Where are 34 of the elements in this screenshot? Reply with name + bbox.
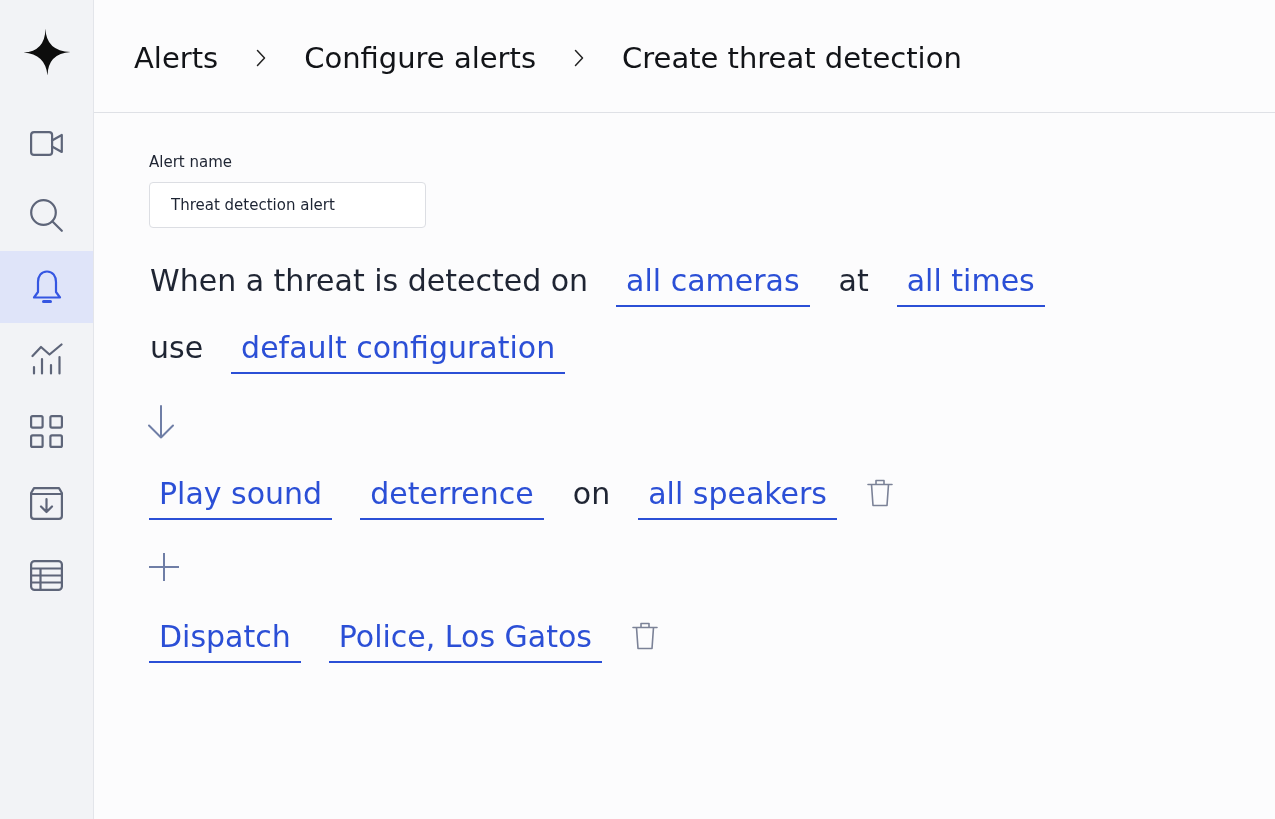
sidebar-item[interactable] — [0, 251, 93, 323]
page-title: Create threat detection — [622, 41, 962, 75]
trash-icon — [631, 622, 658, 650]
option-link[interactable]: Play sound — [149, 475, 333, 520]
rule-text: When a threat is detected on — [149, 262, 589, 300]
breadcrumb-link[interactable]: Alerts — [134, 41, 219, 75]
rule-text: at — [837, 262, 869, 300]
alert-name-input[interactable]: Threat detection alert — [149, 182, 426, 228]
option-link[interactable]: all times — [896, 262, 1045, 307]
option-link[interactable]: all cameras — [616, 262, 810, 307]
grid-icon — [30, 414, 63, 448]
option-link[interactable]: default configuration — [231, 329, 566, 374]
chevron-right-icon — [574, 49, 584, 67]
option-link[interactable]: deterrence — [360, 475, 544, 520]
trash-icon — [867, 479, 893, 507]
video-camera-icon — [30, 130, 63, 156]
arrow-down-icon — [147, 405, 175, 439]
archive-box-icon — [30, 486, 63, 520]
field-label: Alert name — [149, 152, 232, 172]
breadcrumb-link[interactable]: Configure alerts — [304, 41, 536, 75]
add-action-button[interactable] — [149, 553, 179, 581]
rule-text: use — [149, 329, 204, 367]
line-chart-icon — [30, 343, 63, 375]
chevron-right-icon — [256, 49, 267, 67]
rule-text: on — [571, 475, 611, 513]
table-icon — [30, 559, 63, 591]
delete-button[interactable] — [867, 479, 893, 507]
option-link[interactable]: all speakers — [638, 475, 837, 520]
plus-icon — [149, 553, 179, 581]
search-icon — [30, 198, 63, 232]
delete-button[interactable] — [631, 622, 658, 650]
option-link[interactable]: Police, Los Gatos — [328, 618, 602, 663]
option-link[interactable]: Dispatch — [149, 618, 301, 663]
bell-icon — [31, 270, 62, 304]
